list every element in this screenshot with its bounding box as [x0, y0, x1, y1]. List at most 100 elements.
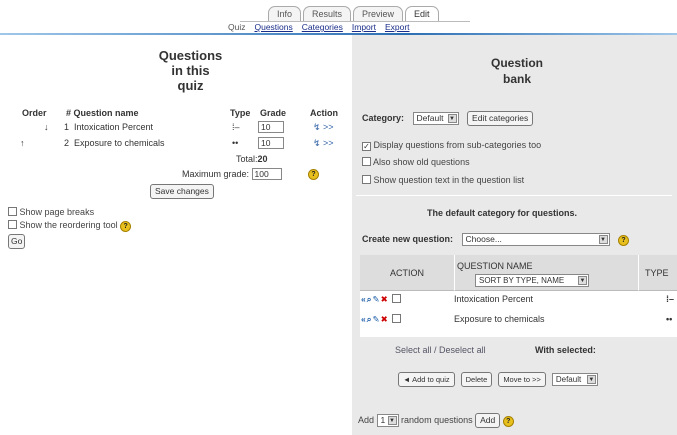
question-text-label: Show question text in the question list — [373, 175, 525, 185]
help-icon[interactable]: ? — [618, 234, 630, 246]
question-text-option: Show question text in the question list — [362, 175, 524, 185]
tab-info[interactable]: Info — [268, 6, 302, 21]
random-questions-label: random questions — [401, 415, 473, 425]
move-to-button[interactable]: Move to >> — [498, 372, 546, 387]
type-column-header: TYPE — [638, 255, 677, 291]
action-header: Action — [310, 108, 338, 118]
create-question-row: Create new question: Choose... ▼ ? — [362, 233, 630, 246]
order-header: Order — [22, 108, 47, 118]
create-question-label: Create new question: — [362, 233, 454, 244]
divider — [356, 195, 672, 196]
delete-button[interactable]: Delete — [460, 372, 493, 387]
add-label: Add — [358, 415, 375, 425]
tab-preview[interactable]: Preview — [353, 6, 404, 21]
grade-input[interactable]: 10 — [258, 137, 284, 149]
help-icon[interactable]: ? — [308, 169, 319, 180]
move-target-select[interactable]: Default ▼ — [551, 373, 598, 386]
chevron-down-icon: ▼ — [586, 375, 596, 384]
subcategories-option: Display questions from sub-categories to… — [362, 140, 541, 151]
question-name: Exposure to chemicals — [74, 138, 165, 148]
category-row: Category: Default ▼ Edit categories — [362, 111, 534, 126]
chevron-down-icon: ▼ — [447, 114, 457, 124]
chevron-down-icon: ▼ — [578, 276, 587, 285]
maximum-grade-row: Maximum grade: 100 — [182, 168, 282, 180]
delete-icon: ✖ — [380, 314, 389, 324]
subcategories-checkbox[interactable] — [362, 142, 371, 151]
maximum-grade-input[interactable]: 100 — [251, 168, 282, 180]
help-icon[interactable]: ? — [120, 221, 132, 232]
subtab-export[interactable]: Export — [385, 22, 410, 32]
question-name-header: # Question name — [66, 108, 139, 118]
type-header: Type — [230, 108, 251, 118]
row-action-icons[interactable]: «⌕✎✖ — [361, 314, 402, 325]
total-grade: Total:20 — [236, 154, 268, 164]
edit-categories-button[interactable]: Edit categories — [467, 111, 534, 126]
question-bank-table: ACTION QUESTION NAME SORT BY TYPE, NAME ▼… — [360, 255, 677, 337]
show-page-breaks-option: Show page breaks — [8, 207, 94, 217]
grade-input[interactable]: 10 — [258, 121, 284, 133]
category-description: The default category for questions. — [427, 208, 578, 218]
sort-select[interactable]: SORT BY TYPE, NAME ▼ — [475, 274, 589, 287]
total-value: 20 — [257, 154, 268, 164]
question-bank-panel: Question bank Category: Default ▼ Edit ca… — [352, 35, 677, 435]
old-questions-option: Also show old questions — [362, 157, 470, 167]
quiz-questions-title: Questions in this quiz — [158, 48, 223, 93]
move-down-icon[interactable]: ↓ — [44, 122, 49, 132]
with-selected-label: With selected: — [535, 345, 596, 355]
essay-type-icon: •• — [666, 314, 673, 324]
help-icon[interactable]: ? — [502, 416, 514, 427]
question-number: 2 — [64, 138, 70, 148]
show-reordering-tool-option: Show the reordering tool ? — [8, 220, 132, 232]
go-button[interactable]: Go — [8, 234, 26, 249]
add-random-button[interactable]: Add — [475, 413, 501, 428]
quiz-questions-panel: Questions in this quiz Order # Question … — [8, 40, 348, 435]
row-checkbox[interactable] — [392, 314, 402, 323]
show-reordering-tool-label: Show the reordering tool — [19, 220, 118, 230]
tab-edit[interactable]: Edit — [405, 6, 439, 21]
subtab-quiz[interactable]: Quiz — [228, 22, 245, 32]
random-count-select[interactable]: 1 ▼ — [376, 414, 399, 428]
calculated-type-icon: ⁞– — [232, 122, 240, 132]
edit-icon: ✎ — [372, 314, 381, 324]
move-up-icon[interactable]: ↑ — [20, 138, 25, 148]
add-to-quiz-button[interactable]: ◄ Add to quiz — [398, 372, 455, 387]
show-page-breaks-label: Show page breaks — [19, 207, 95, 217]
old-questions-label: Also show old questions — [373, 157, 470, 167]
category-select[interactable]: Default ▼ — [412, 112, 459, 126]
show-reordering-tool-checkbox[interactable] — [8, 220, 17, 229]
selection-links: Select all / Deselect all — [395, 345, 486, 355]
edit-icon: ✎ — [372, 294, 381, 304]
question-number: 1 — [64, 122, 70, 132]
action-column-header: ACTION — [360, 255, 454, 291]
sub-tabs: Quiz Questions Categories Import Export — [228, 22, 410, 32]
grade-header: Grade — [260, 108, 287, 118]
chevron-down-icon: ▼ — [598, 235, 608, 244]
save-changes-button[interactable]: Save changes — [150, 184, 214, 199]
main-tabs: Info Results Preview Edit — [268, 6, 439, 21]
essay-type-icon: •• — [232, 138, 239, 148]
add-random-row: Add 1 ▼ random questions Add ? — [358, 413, 514, 428]
question-name-label[interactable]: QUESTION NAME — [457, 261, 533, 271]
maximum-grade-label: Maximum grade: — [182, 169, 250, 179]
show-page-breaks-checkbox[interactable] — [8, 207, 17, 216]
subtab-questions[interactable]: Questions — [254, 22, 292, 32]
subtab-import[interactable]: Import — [352, 22, 376, 32]
select-all-link[interactable]: Select all — [395, 345, 432, 355]
subtab-categories[interactable]: Categories — [302, 22, 343, 32]
edit-move-icons[interactable]: ↯ >> — [313, 138, 334, 149]
edit-move-icons[interactable]: ↯ >> — [313, 122, 334, 133]
total-label: Total: — [236, 154, 258, 164]
delete-icon: ✖ — [380, 294, 389, 304]
question-bank-title: Question bank — [490, 56, 543, 86]
chevron-down-icon: ▼ — [387, 416, 397, 426]
question-text-checkbox[interactable] — [362, 175, 371, 184]
subcategories-label: Display questions from sub-categories to… — [373, 140, 542, 150]
row-checkbox[interactable] — [392, 294, 402, 303]
tab-results[interactable]: Results — [303, 6, 352, 21]
row-action-icons[interactable]: «⌕✎✖ — [361, 294, 402, 305]
deselect-all-link[interactable]: Deselect all — [439, 345, 486, 355]
create-question-select[interactable]: Choose... ▼ — [461, 233, 610, 246]
question-name: Intoxication Percent — [454, 294, 534, 304]
category-label: Category: — [362, 113, 405, 123]
old-questions-checkbox[interactable] — [362, 157, 371, 166]
